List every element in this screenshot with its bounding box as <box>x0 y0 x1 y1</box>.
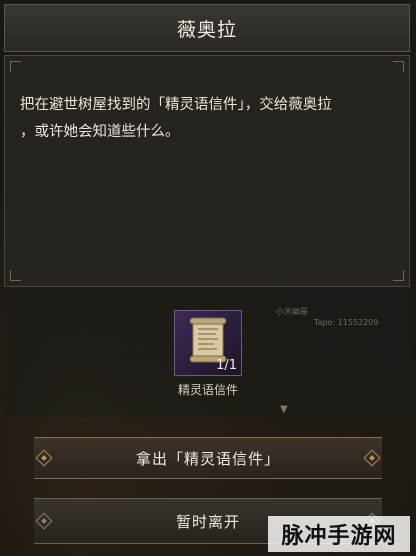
npc-name-bar: 薇奥拉 <box>4 4 410 52</box>
quest-item-slot[interactable]: 1/1 <box>174 310 242 376</box>
item-name: 精灵语信件 <box>177 383 238 397</box>
background-tapo-id: Tapo: 11552209 <box>314 318 379 327</box>
watermark: 脉冲手游网 <box>268 516 410 552</box>
dialog-line: ，或许她会知道些什么。 <box>20 124 180 140</box>
diamond-ornament-icon <box>35 449 53 467</box>
corner-ornament <box>10 61 21 72</box>
corner-ornament <box>10 270 21 281</box>
chevron-down-icon: ▼ <box>280 404 288 415</box>
leave-label: 暂时离开 <box>175 512 240 531</box>
corner-ornament <box>393 61 404 72</box>
background-player-name: 小天幽是 <box>276 307 308 316</box>
dialog-panel <box>4 55 410 287</box>
diamond-ornament-icon <box>35 512 53 530</box>
dialog-line: 把在避世树屋找到的「精灵语信件」，交给薇奥拉 <box>20 97 332 113</box>
dialog-text: 把在避世树屋找到的「精灵语信件」，交给薇奥拉 ，或许她会知道些什么。 <box>20 92 390 146</box>
npc-name: 薇奥拉 <box>176 18 237 41</box>
item-count: 1/1 <box>216 358 237 373</box>
give-item-button[interactable]: 拿出「精灵语信件」 <box>34 437 382 479</box>
corner-ornament <box>393 270 404 281</box>
give-item-label: 拿出「精灵语信件」 <box>135 449 280 468</box>
diamond-ornament-icon <box>363 449 381 467</box>
watermark-text: 脉冲手游网 <box>281 524 397 549</box>
